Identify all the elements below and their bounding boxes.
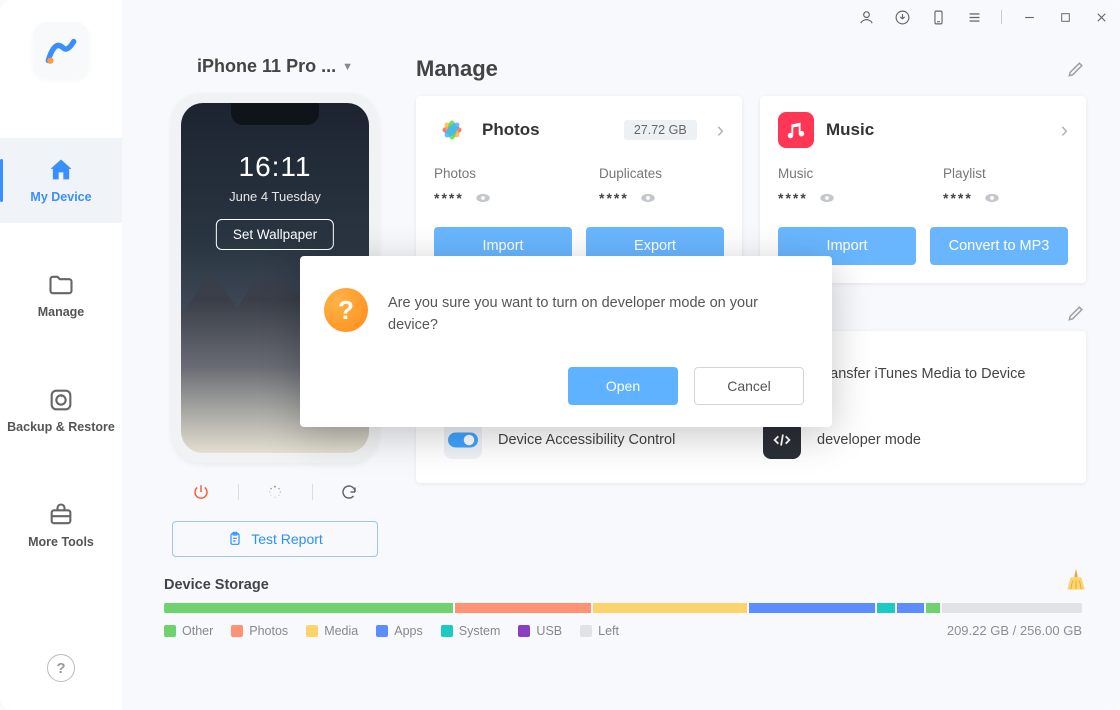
confirm-dialog: ? Are you sure you want to turn on devel… — [300, 256, 832, 427]
dialog-overlay: ? Are you sure you want to turn on devel… — [0, 0, 1120, 710]
question-icon: ? — [324, 288, 368, 332]
dialog-cancel-button[interactable]: Cancel — [694, 367, 804, 405]
dialog-message: Are you sure you want to turn on develop… — [388, 288, 804, 337]
dialog-open-button[interactable]: Open — [568, 367, 678, 405]
